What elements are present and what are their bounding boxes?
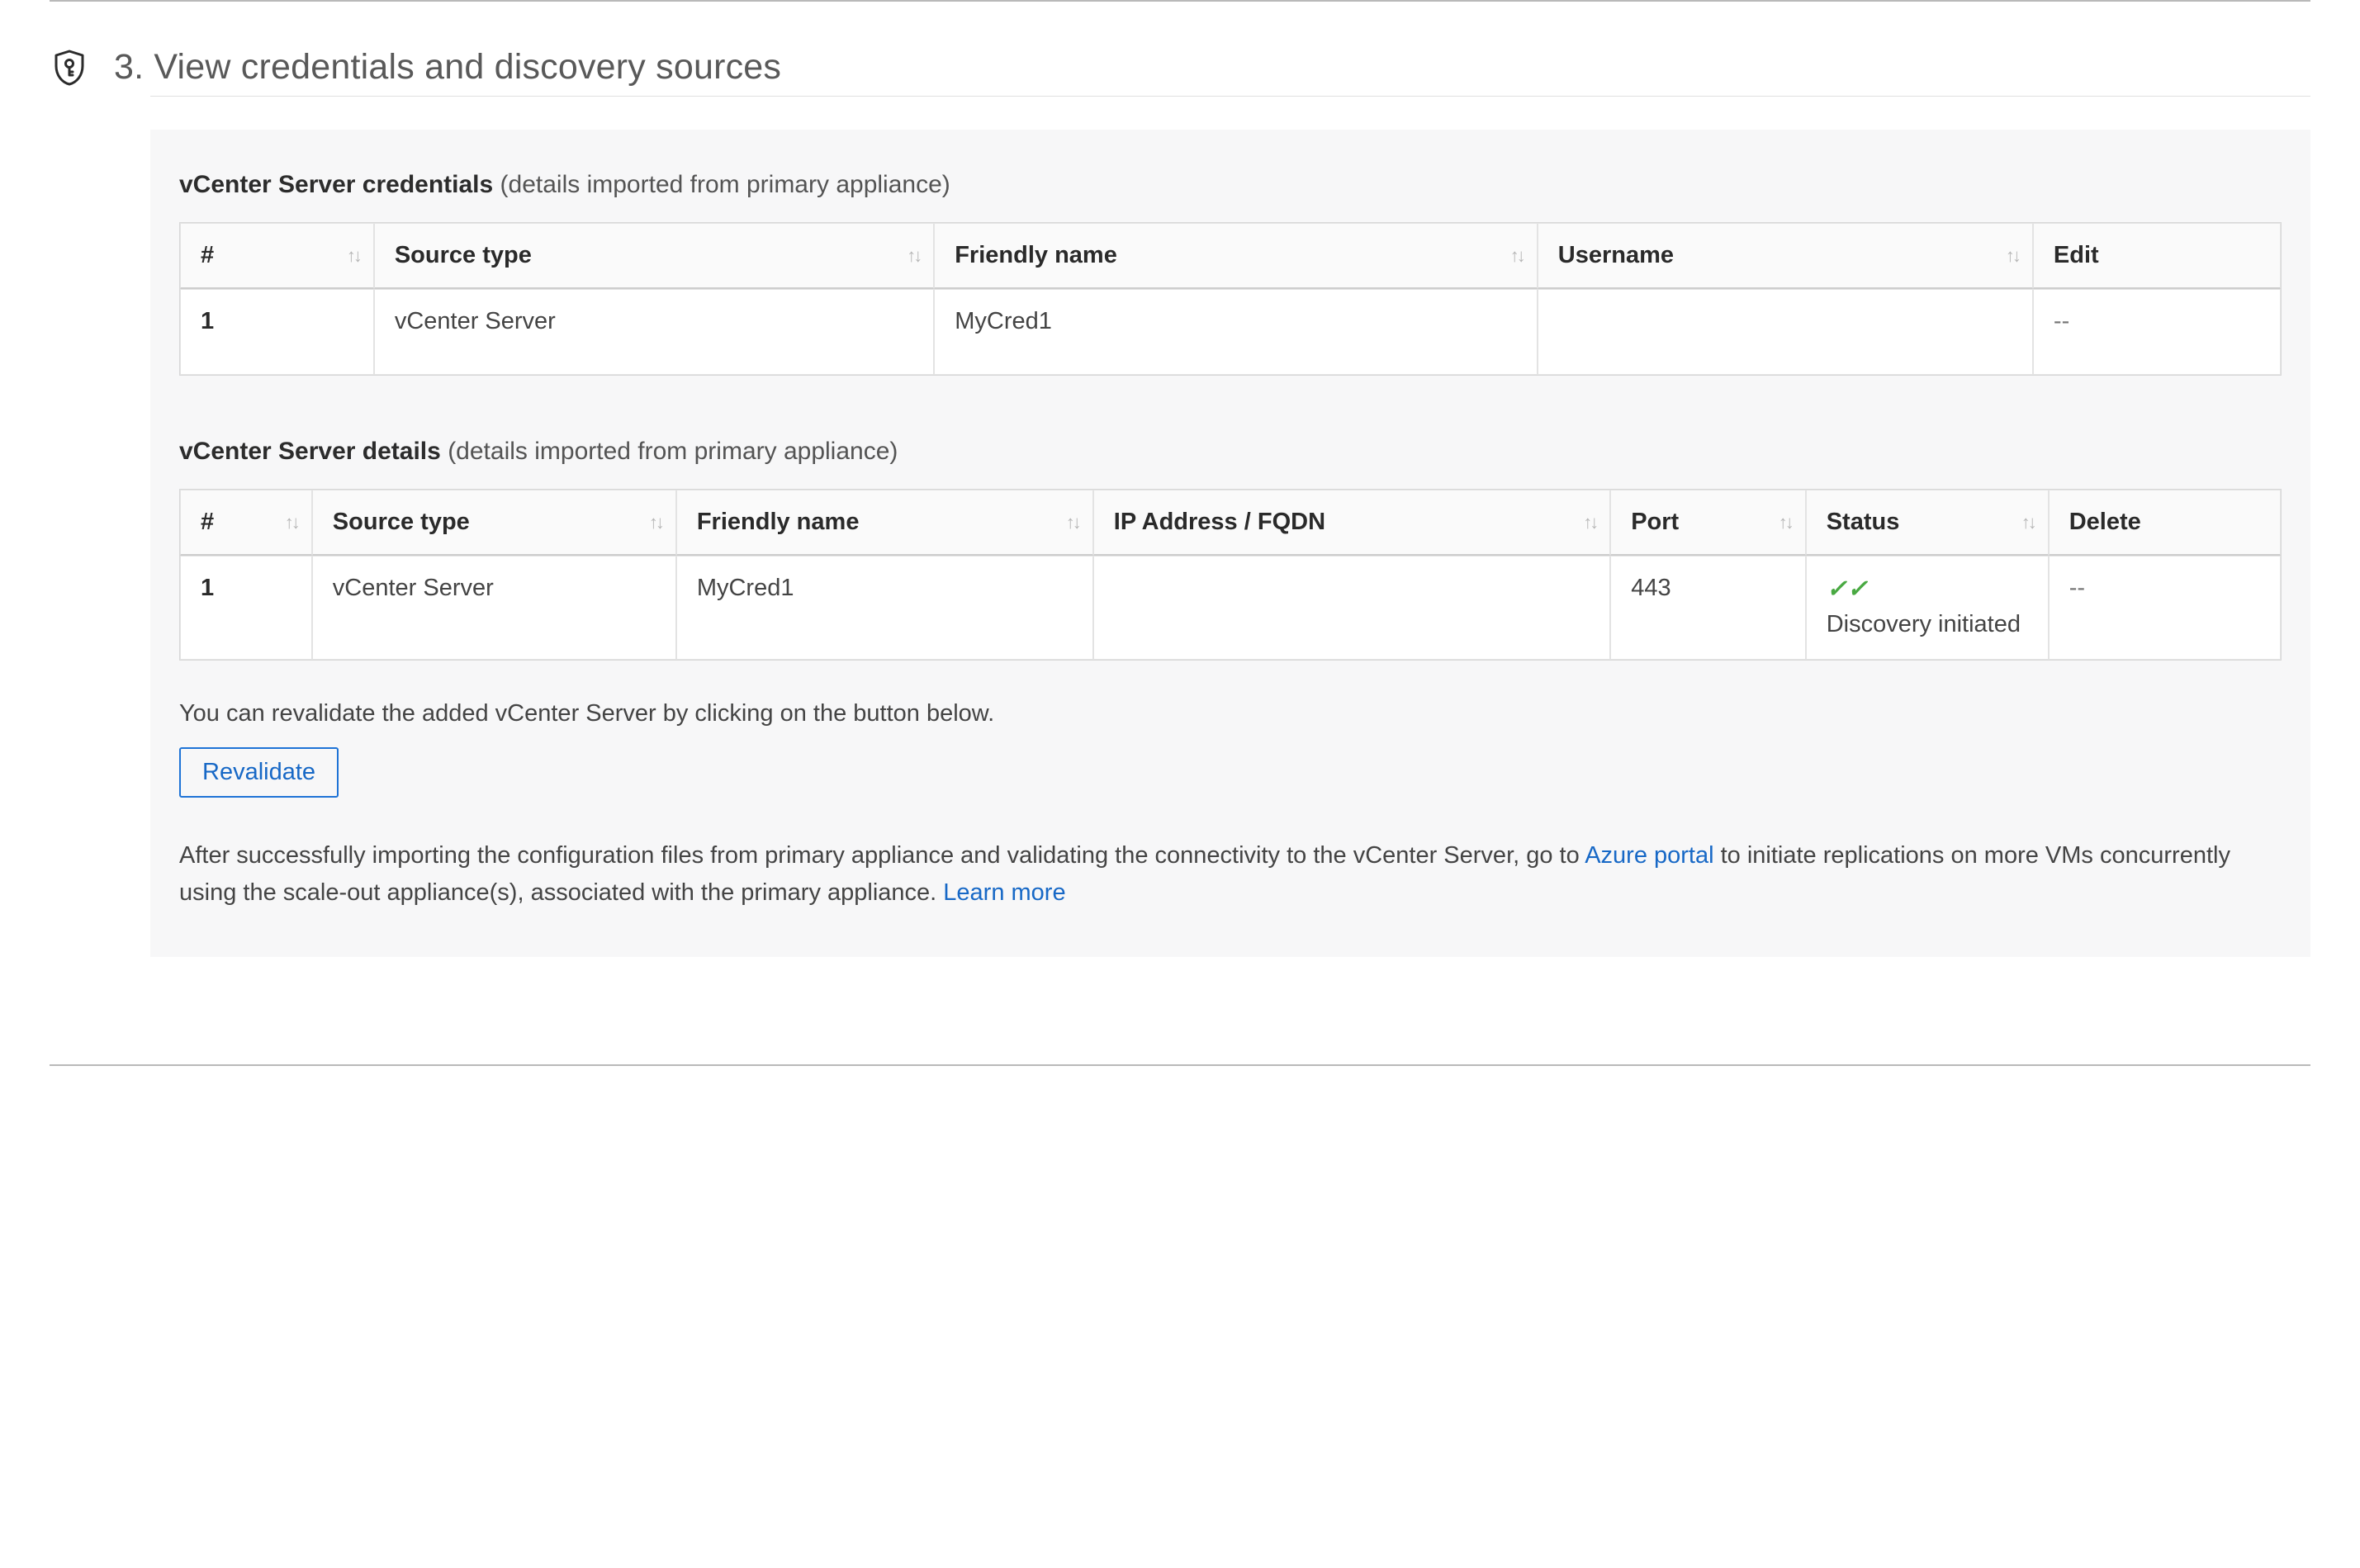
revalidate-button[interactable]: Revalidate [179,747,339,798]
cell-index: 1 [180,289,374,375]
col-username[interactable]: Username ↑↓ [1538,223,2033,289]
col-friendly-name[interactable]: Friendly name ↑↓ [676,490,1093,556]
details-table: # ↑↓ Source type ↑↓ Friendly name ↑↓ IP … [179,489,2282,661]
col-source-type[interactable]: Source type ↑↓ [374,223,934,289]
details-heading: vCenter Server details (details imported… [179,438,2282,466]
cell-friendly-name: MyCred1 [676,556,1093,660]
cell-ip-fqdn [1093,556,1610,660]
credentials-heading: vCenter Server credentials (details impo… [179,171,2282,199]
sort-icon: ↑↓ [1583,512,1596,533]
col-status[interactable]: Status ↑↓ [1806,490,2049,556]
cell-source-type: vCenter Server [374,289,934,375]
status-text: Discovery initiated [1827,611,2021,637]
col-delete: Delete [2049,490,2281,556]
top-divider [50,0,2310,2]
section-sub-divider [150,96,2310,97]
col-friendly-name[interactable]: Friendly name ↑↓ [934,223,1538,289]
sort-icon: ↑↓ [2006,245,2019,267]
col-edit: Edit [2033,223,2281,289]
section-header: 3. View credentials and discovery source… [50,47,2310,88]
col-source-type[interactable]: Source type ↑↓ [312,490,676,556]
bottom-divider [50,1064,2310,1066]
double-check-icon: ✓✓ [1827,575,2028,604]
sort-icon: ↑↓ [1066,512,1079,533]
cell-delete: -- [2049,556,2281,660]
credentials-table: # ↑↓ Source type ↑↓ Friendly name ↑↓ Use… [179,222,2282,376]
cell-port: 443 [1610,556,1806,660]
cell-index: 1 [180,556,312,660]
info-paragraph: After successfully importing the configu… [179,837,2282,912]
sort-icon: ↑↓ [1510,245,1524,267]
sort-icon: ↑↓ [649,512,662,533]
shield-key-icon [50,48,89,88]
table-header-row: # ↑↓ Source type ↑↓ Friendly name ↑↓ Use… [180,223,2281,289]
col-index[interactable]: # ↑↓ [180,490,312,556]
table-row: 1 vCenter Server MyCred1 -- [180,289,2281,375]
col-index[interactable]: # ↑↓ [180,223,374,289]
table-header-row: # ↑↓ Source type ↑↓ Friendly name ↑↓ IP … [180,490,2281,556]
sort-icon: ↑↓ [347,245,360,267]
cell-status: ✓✓ Discovery initiated [1806,556,2049,660]
sort-icon: ↑↓ [907,245,920,267]
azure-portal-link[interactable]: Azure portal [1585,842,1713,869]
cell-friendly-name: MyCred1 [934,289,1538,375]
learn-more-link[interactable]: Learn more [943,879,1065,906]
cell-username [1538,289,2033,375]
sort-icon: ↑↓ [1779,512,1792,533]
table-row: 1 vCenter Server MyCred1 443 ✓✓ Discover… [180,556,2281,660]
content-panel: vCenter Server credentials (details impo… [150,130,2310,957]
section-title: 3. View credentials and discovery source… [114,47,781,88]
cell-source-type: vCenter Server [312,556,676,660]
revalidate-help: You can revalidate the added vCenter Ser… [179,700,2282,727]
col-ip-fqdn[interactable]: IP Address / FQDN ↑↓ [1093,490,1610,556]
col-port[interactable]: Port ↑↓ [1610,490,1806,556]
sort-icon: ↑↓ [285,512,298,533]
cell-edit: -- [2033,289,2281,375]
sort-icon: ↑↓ [2021,512,2035,533]
